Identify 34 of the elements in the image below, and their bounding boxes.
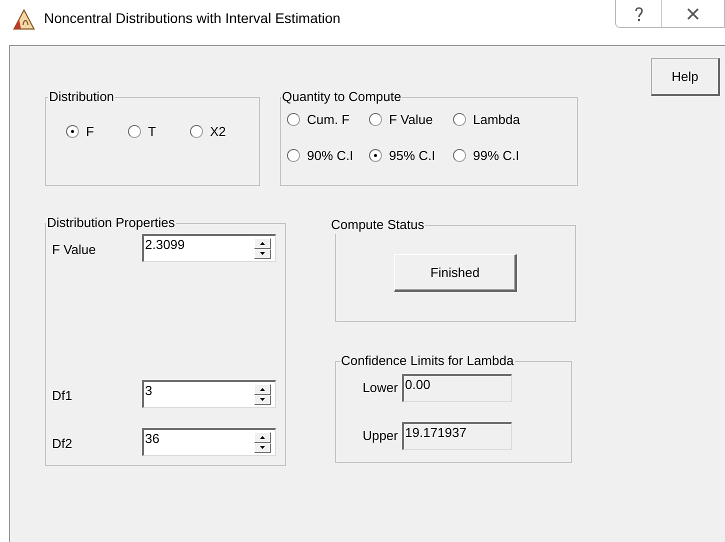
output-field[interactable]: 0.00: [402, 374, 512, 402]
radio-label[interactable]: F Value: [389, 110, 433, 130]
group-title: Quantity to Compute: [281, 88, 402, 106]
field-label: F Value: [52, 241, 97, 260]
radio-button[interactable]: [287, 148, 300, 162]
radio-label[interactable]: T: [148, 122, 156, 142]
radio-label[interactable]: Cum. F: [307, 110, 350, 130]
group-title: Compute Status: [330, 216, 426, 234]
radio-label[interactable]: 90% C.I: [307, 146, 354, 165]
radio-button[interactable]: [369, 113, 382, 126]
app-icon: [12, 8, 36, 30]
field-label: Lower: [362, 379, 398, 398]
radio-label[interactable]: F: [86, 122, 94, 142]
radio-button[interactable]: [190, 125, 203, 138]
radio-label[interactable]: 95% C.I: [389, 146, 436, 165]
output-field[interactable]: 19.171937: [402, 422, 512, 450]
field-label: Df2: [52, 435, 74, 454]
radio-button[interactable]: [128, 125, 141, 138]
radio-button[interactable]: [369, 148, 382, 162]
group-title: Confidence Limits for Lambda: [340, 352, 515, 370]
help-button[interactable]: Help: [651, 58, 720, 96]
radio-button[interactable]: [453, 148, 466, 162]
field-label: Df1: [52, 387, 74, 406]
radio-button[interactable]: [66, 125, 79, 138]
field-label: Upper: [362, 427, 398, 446]
status-button[interactable]: Finished: [394, 254, 517, 292]
window-title: Noncentral Distributions with Interval Estimation: [44, 9, 340, 28]
radio-button[interactable]: [453, 113, 466, 126]
group-title: Distribution Properties: [46, 214, 176, 232]
radio-label[interactable]: X2: [210, 122, 226, 142]
radio-label[interactable]: 99% C.I: [473, 146, 520, 165]
group-title: Distribution: [48, 88, 116, 106]
radio-label[interactable]: Lambda: [473, 110, 520, 130]
radio-button[interactable]: [287, 113, 300, 126]
